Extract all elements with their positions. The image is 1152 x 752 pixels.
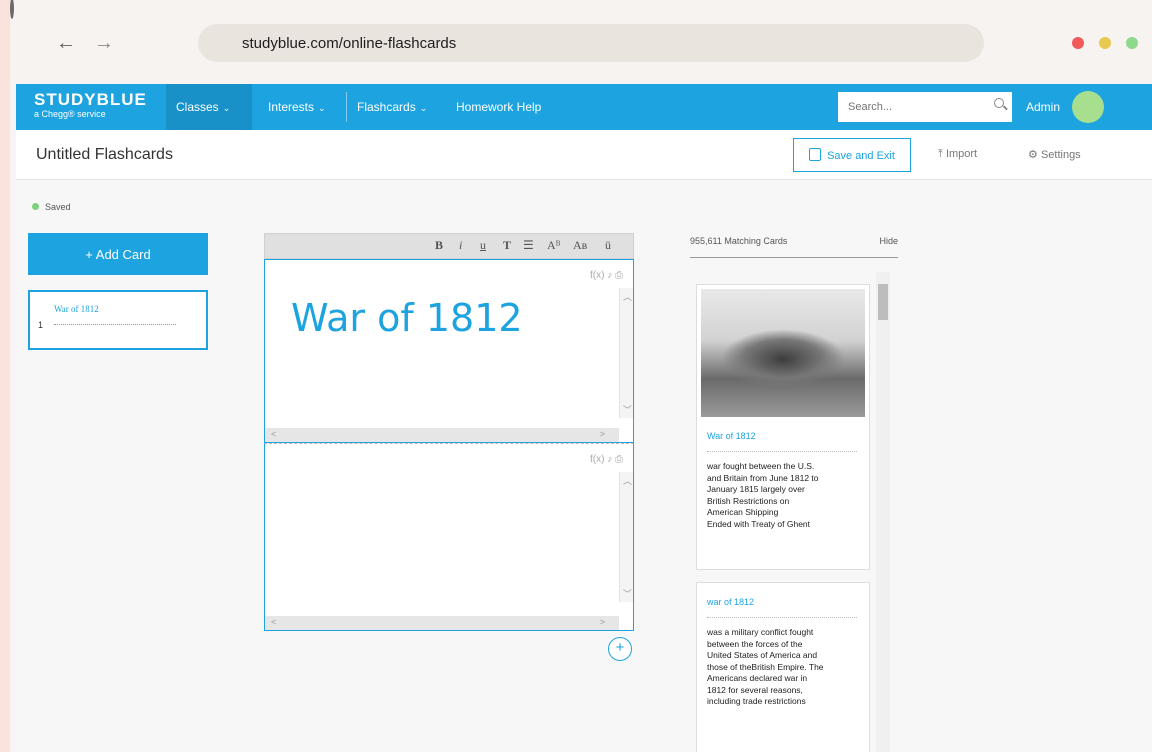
scroll-left-icon[interactable]: < bbox=[271, 429, 276, 439]
hide-panel-link[interactable]: Hide bbox=[879, 236, 898, 246]
logo-text: STUDYBLUE bbox=[34, 90, 147, 109]
scroll-left-icon[interactable]: < bbox=[271, 617, 276, 627]
search-input[interactable] bbox=[838, 92, 1012, 122]
page-title[interactable]: Untitled Flashcards bbox=[36, 146, 173, 164]
nav-interests[interactable]: Interests ⌄ bbox=[258, 84, 336, 130]
matching-card-title: war of 1812 bbox=[707, 597, 755, 607]
front-horizontal-scrollbar[interactable]: < > bbox=[265, 428, 619, 442]
scroll-right-icon[interactable]: > bbox=[600, 617, 605, 627]
matching-card-divider bbox=[707, 617, 857, 618]
matching-card[interactable]: war of 1812 was a military conflict foug… bbox=[696, 582, 870, 752]
card-thumbnail-title: War of 1812 bbox=[54, 304, 99, 314]
superscript-button[interactable]: Aᴮ bbox=[547, 238, 560, 253]
logo-subtext: a Chegg® service bbox=[34, 109, 106, 119]
card-number: 1 bbox=[38, 320, 44, 330]
chevron-down-icon: ⌄ bbox=[318, 103, 326, 113]
minimize-window-dot[interactable] bbox=[1099, 37, 1111, 49]
import-label: Import bbox=[945, 148, 978, 160]
chevron-down-icon: ⌄ bbox=[222, 103, 231, 113]
matching-card-title: War of 1812 bbox=[707, 431, 756, 441]
save-status: Saved bbox=[32, 202, 71, 212]
nav-classes-label: Classes bbox=[176, 100, 219, 114]
save-and-exit-label: Save and Exit bbox=[827, 150, 895, 162]
italic-button[interactable]: i bbox=[459, 238, 462, 253]
underline-button[interactable]: u bbox=[480, 238, 486, 253]
matching-card-body: war fought between the U.S. and Britain … bbox=[707, 461, 819, 529]
close-window-dot[interactable] bbox=[1072, 37, 1084, 49]
nav-interests-label: Interests bbox=[268, 100, 315, 114]
gear-icon: ⚙ bbox=[1028, 149, 1038, 161]
front-text[interactable]: War of 1812 bbox=[291, 296, 523, 340]
avatar[interactable] bbox=[1072, 91, 1104, 123]
settings-label: Settings bbox=[1040, 149, 1081, 161]
matching-card-divider bbox=[707, 451, 857, 452]
text-style-button[interactable]: T bbox=[503, 238, 511, 253]
studyblue-logo[interactable]: STUDYBLUE a Chegg® service bbox=[34, 91, 147, 120]
matching-list-scrollbar[interactable] bbox=[876, 272, 890, 752]
save-status-label: Saved bbox=[45, 202, 71, 212]
editor-toolbar: Untitled Flashcards Save and Exit ⤒ Impo… bbox=[16, 130, 1152, 180]
nav-homework-help[interactable]: Homework Help bbox=[446, 84, 551, 130]
add-card-button[interactable]: + Add Card bbox=[28, 233, 208, 275]
back-vertical-scrollbar[interactable]: ︿ ﹀ bbox=[619, 472, 633, 602]
save-and-exit-button[interactable]: Save and Exit bbox=[793, 138, 911, 172]
back-horizontal-scrollbar[interactable]: < > bbox=[265, 616, 619, 630]
app-header: STUDYBLUE a Chegg® service Classes ⌄ Inte… bbox=[16, 84, 1152, 130]
scroll-up-icon[interactable]: ︿ bbox=[623, 290, 632, 303]
main-content: Saved + Add Card 1 War of 1812 B i u T ☰… bbox=[16, 180, 1152, 752]
matching-card[interactable]: War of 1812 war fought between the U.S. … bbox=[696, 284, 870, 570]
card-thumbnail[interactable]: 1 War of 1812 bbox=[28, 290, 208, 350]
scroll-up-icon[interactable]: ︿ bbox=[623, 474, 632, 487]
forward-arrow-icon[interactable]: → bbox=[94, 30, 114, 56]
face-tools[interactable]: f(x) ♪ ⎙ bbox=[590, 270, 623, 281]
card-back-face[interactable]: f(x) ♪ ⎙ ︿ ﹀ < > bbox=[264, 443, 634, 631]
nav-flashcards[interactable]: Flashcards ⌄ bbox=[347, 84, 437, 130]
search-icon[interactable] bbox=[994, 98, 1004, 108]
maximize-window-dot[interactable] bbox=[1126, 37, 1138, 49]
special-char-button[interactable]: ü bbox=[605, 238, 611, 253]
matching-card-body: was a military conflict fought between t… bbox=[707, 627, 824, 706]
subscript-button[interactable]: Aʙ bbox=[573, 238, 587, 253]
card-thumbnail-divider bbox=[54, 324, 176, 325]
card-editor: B i u T ☰ Aᴮ Aʙ ü f(x) ♪ ⎙ War of 1812 ︿… bbox=[264, 233, 634, 661]
scroll-right-icon[interactable]: > bbox=[600, 429, 605, 439]
import-button[interactable]: ⤒ Import bbox=[938, 148, 977, 161]
battle-illustration-image bbox=[701, 289, 865, 417]
nav-classes[interactable]: Classes ⌄ bbox=[166, 84, 252, 130]
reload-icon[interactable] bbox=[10, 0, 14, 19]
browser-chrome: ← → studyblue.com/online-flashcards bbox=[10, 0, 1152, 84]
settings-button[interactable]: ⚙ Settings bbox=[1028, 148, 1081, 161]
format-toolbar: B i u T ☰ Aᴮ Aʙ ü bbox=[264, 233, 634, 259]
nav-flashcards-label: Flashcards bbox=[357, 100, 416, 114]
back-arrow-icon[interactable]: ← bbox=[56, 30, 76, 56]
upload-icon: ⤒ bbox=[938, 148, 943, 160]
save-icon bbox=[809, 148, 822, 161]
list-icon[interactable]: ☰ bbox=[523, 238, 534, 253]
browser-window: ← → studyblue.com/online-flashcards STUD… bbox=[10, 0, 1152, 752]
chevron-down-icon: ⌄ bbox=[419, 103, 428, 113]
matching-count: 955,611 Matching Cards bbox=[690, 236, 788, 246]
address-bar[interactable]: studyblue.com/online-flashcards bbox=[198, 24, 984, 62]
scroll-down-icon[interactable]: ﹀ bbox=[623, 403, 632, 416]
scroll-down-icon[interactable]: ﹀ bbox=[623, 587, 632, 600]
url-text: studyblue.com/online-flashcards bbox=[242, 35, 457, 52]
card-front-face[interactable]: f(x) ♪ ⎙ War of 1812 ︿ ﹀ < > bbox=[264, 259, 634, 443]
front-vertical-scrollbar[interactable]: ︿ ﹀ bbox=[619, 288, 633, 418]
add-face-button[interactable]: + bbox=[608, 637, 632, 661]
face-tools[interactable]: f(x) ♪ ⎙ bbox=[590, 454, 623, 465]
nav-homework-label: Homework Help bbox=[456, 100, 542, 114]
matching-cards-header: 955,611 Matching Cards Hide bbox=[690, 236, 898, 258]
status-dot-icon bbox=[32, 203, 39, 210]
admin-menu[interactable]: Admin bbox=[1026, 84, 1060, 130]
matching-cards-list: War of 1812 war fought between the U.S. … bbox=[696, 272, 892, 752]
scrollbar-thumb[interactable] bbox=[878, 284, 888, 320]
bold-button[interactable]: B bbox=[435, 238, 443, 253]
